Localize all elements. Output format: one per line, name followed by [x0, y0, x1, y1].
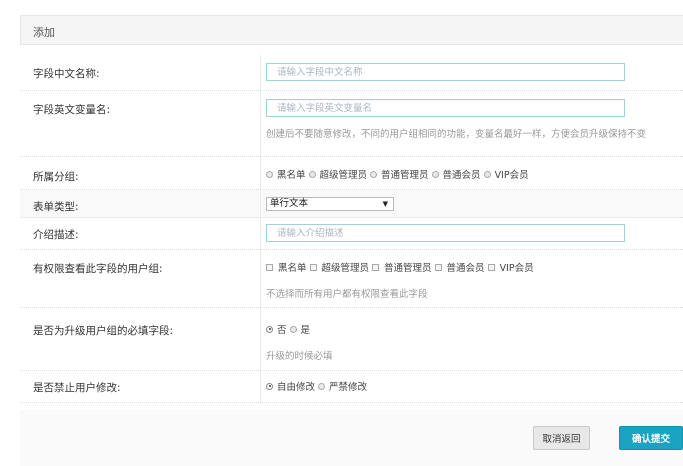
radio-icon[interactable]: [308, 170, 316, 178]
row-required-upgrade: 是否为升级用户组的必填字段: 否 是 升级的时候必填: [20, 308, 683, 371]
row-form-type: 表单类型: 单行文本 ▼: [20, 190, 683, 218]
forbid-edit-option-forbid[interactable]: 严禁修改: [318, 379, 367, 393]
cn-name-label: 字段中文名称:: [33, 68, 100, 80]
form-type-select[interactable]: 单行文本 ▼: [266, 197, 394, 211]
radio-checked-icon[interactable]: [266, 325, 273, 333]
row-forbid-edit: 是否禁止用户修改: 自由修改 严禁修改: [20, 371, 683, 403]
group-option[interactable]: 普通会员: [431, 167, 481, 181]
checkbox-icon[interactable]: [487, 263, 495, 271]
view-groups-checkboxes: 黑名单 超级管理员 普通管理员 普通会员 VIP会员: [266, 260, 537, 274]
required-upgrade-radio-group: 否 是: [266, 322, 313, 336]
cn-name-input[interactable]: [266, 63, 625, 81]
submit-button[interactable]: 确认提交: [619, 426, 683, 450]
row-view-groups: 有权限查看此字段的用户组: 黑名单 超级管理员 普通管理员 普通会员 VIP会员…: [20, 250, 683, 308]
row-description: 介绍描述:: [20, 218, 683, 250]
row-cn-name: 字段中文名称:: [20, 55, 683, 91]
en-name-hint: 创建后不要随意修改，不同的用户组相同的功能，变量名最好一样，方便会员升级保持不变: [266, 129, 647, 140]
view-group-option[interactable]: 普通会员: [434, 260, 485, 274]
row-group: 所属分组: 黑名单 超级管理员 普通管理员 普通会员 VIP会员: [20, 157, 683, 190]
view-group-option[interactable]: 超级管理员: [309, 260, 369, 274]
view-groups-label: 有权限查看此字段的用户组:: [33, 263, 163, 275]
forbid-edit-label: 是否禁止用户修改:: [33, 382, 121, 394]
form-type-label: 表单类型:: [33, 201, 79, 213]
cancel-button[interactable]: 取消返回: [533, 426, 590, 450]
group-radio-group: 黑名单 超级管理员 普通管理员 普通会员 VIP会员: [266, 167, 532, 181]
view-group-option[interactable]: 普通管理员: [372, 260, 432, 274]
required-upgrade-label: 是否为升级用户组的必填字段:: [33, 325, 174, 337]
group-option[interactable]: 普通管理员: [370, 167, 429, 181]
form-table: 字段中文名称: 字段英文变量名: 创建后不要随意修改，不同的用户组相同的功能，变…: [20, 55, 683, 403]
required-upgrade-option-yes[interactable]: 是: [289, 322, 310, 336]
radio-icon[interactable]: [289, 325, 297, 333]
view-group-option[interactable]: VIP会员: [487, 260, 534, 274]
en-name-input[interactable]: [266, 99, 625, 117]
panel-header: 添加: [20, 15, 683, 45]
form-type-selected: 单行文本: [270, 198, 309, 209]
radio-icon[interactable]: [370, 170, 378, 178]
group-option[interactable]: 黑名单: [266, 167, 306, 181]
checkbox-icon[interactable]: [434, 263, 442, 271]
view-group-option[interactable]: 黑名单: [266, 260, 307, 274]
checkbox-icon[interactable]: [372, 263, 380, 271]
radio-icon[interactable]: [483, 170, 491, 178]
checkbox-icon[interactable]: [309, 263, 317, 271]
required-upgrade-option-no[interactable]: 否: [266, 322, 287, 336]
row-en-name: 字段英文变量名: 创建后不要随意修改，不同的用户组相同的功能，变量名最好一样，方…: [20, 91, 683, 157]
radio-icon[interactable]: [318, 382, 326, 390]
radio-icon[interactable]: [431, 170, 439, 178]
required-upgrade-hint: 升级的时候必填: [266, 351, 333, 362]
group-option[interactable]: VIP会员: [483, 167, 529, 181]
panel-title: 添加: [33, 26, 55, 39]
dropdown-arrow-icon: ▼: [382, 200, 388, 208]
group-option[interactable]: 超级管理员: [308, 167, 367, 181]
radio-icon[interactable]: [266, 170, 273, 178]
view-groups-hint: 不选择而所有用户都有权限查看此字段: [266, 289, 428, 300]
en-name-label: 字段英文变量名:: [33, 104, 111, 116]
group-label: 所属分组:: [33, 171, 79, 183]
radio-checked-icon[interactable]: [266, 382, 273, 390]
checkbox-icon[interactable]: [266, 263, 273, 271]
forbid-edit-option-free[interactable]: 自由修改: [266, 379, 315, 393]
forbid-edit-radio-group: 自由修改 严禁修改: [266, 379, 370, 393]
description-input[interactable]: [266, 224, 625, 242]
description-label: 介绍描述:: [33, 229, 79, 241]
